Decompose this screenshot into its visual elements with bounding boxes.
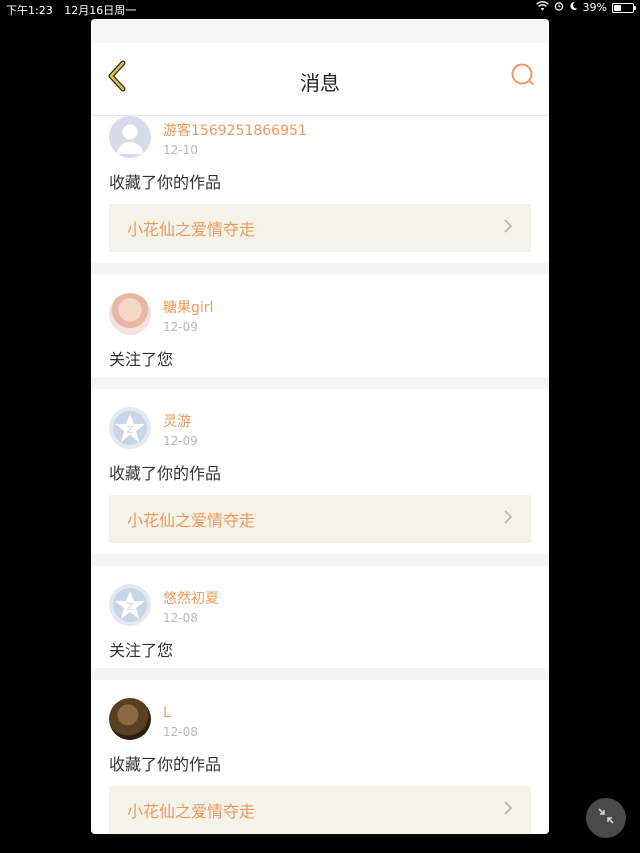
status-date: 12月16日周一	[64, 4, 137, 17]
chevron-right-icon	[503, 509, 513, 529]
chevron-right-icon	[503, 218, 513, 238]
message-list: 游客1569251866951 12-10 收藏了你的作品 小花仙之爱情夺走 糖…	[91, 116, 549, 834]
photo-avatar-icon[interactable]	[109, 293, 151, 335]
status-bar: 下午1:23 12月16日周一 39%	[0, 0, 640, 18]
username[interactable]: L	[163, 704, 198, 722]
moon-icon	[569, 1, 578, 14]
user-row: 糖果girl 12-09	[109, 293, 531, 341]
qq-avatar-icon[interactable]: Z	[109, 407, 151, 449]
search-button[interactable]	[505, 57, 541, 97]
svg-text:Z: Z	[127, 425, 134, 436]
action-text: 收藏了你的作品	[109, 464, 222, 483]
chevron-right-icon	[503, 800, 513, 820]
status-time: 下午1:23	[6, 4, 53, 17]
photo-avatar-icon[interactable]	[109, 698, 151, 740]
work-title: 小花仙之爱情夺走	[127, 220, 256, 239]
battery-percent: 39%	[582, 1, 607, 14]
message-card: 游客1569251866951 12-10 收藏了你的作品 小花仙之爱情夺走	[91, 116, 549, 263]
page-title: 消息	[300, 71, 340, 95]
message-date: 12-09	[163, 320, 198, 334]
top-strip	[91, 19, 549, 43]
action-text: 关注了您	[109, 641, 174, 660]
nav-bar: 消息	[91, 43, 549, 116]
message-card: 糖果girl 12-09 关注了您	[91, 275, 549, 377]
username[interactable]: 悠然初夏	[163, 590, 219, 608]
message-card: Z 灵游 12-09 收藏了你的作品 小花仙之爱情夺走	[91, 389, 549, 554]
message-card: Z 悠然初夏 12-08 关注了您	[91, 566, 549, 668]
battery-icon	[612, 2, 636, 13]
alarm-icon	[554, 1, 564, 14]
username[interactable]: 糖果girl	[163, 299, 213, 317]
message-date: 12-08	[163, 725, 198, 739]
user-row: Z 灵游 12-09	[109, 407, 531, 455]
work-link[interactable]: 小花仙之爱情夺走	[109, 786, 531, 834]
username[interactable]: 灵游	[163, 413, 198, 431]
svg-text:Z: Z	[127, 602, 134, 613]
message-date: 12-09	[163, 434, 198, 448]
action-text: 收藏了你的作品	[109, 755, 222, 774]
collapse-arrows-icon	[596, 806, 616, 830]
qq-avatar-icon[interactable]: Z	[109, 584, 151, 626]
action-text: 收藏了你的作品	[109, 173, 222, 192]
work-title: 小花仙之爱情夺走	[127, 511, 256, 530]
work-link[interactable]: 小花仙之爱情夺走	[109, 495, 531, 543]
user-row: L 12-08	[109, 698, 531, 746]
username[interactable]: 游客1569251866951	[163, 122, 307, 140]
message-card: L 12-08 收藏了你的作品 小花仙之爱情夺走	[91, 680, 549, 834]
message-date: 12-08	[163, 611, 198, 625]
message-date: 12-10	[163, 143, 198, 157]
user-row: Z 悠然初夏 12-08	[109, 584, 531, 632]
collapse-button[interactable]	[586, 798, 626, 838]
app-window: 消息 游客1569251866951 12-10 收藏了你的作品 小花仙之爱情夺…	[91, 19, 549, 834]
wifi-icon	[535, 1, 549, 14]
search-icon	[510, 62, 536, 92]
default-avatar-icon[interactable]	[109, 116, 151, 158]
user-row: 游客1569251866951 12-10	[109, 116, 531, 164]
work-title: 小花仙之爱情夺走	[127, 802, 256, 821]
work-link[interactable]: 小花仙之爱情夺走	[109, 204, 531, 252]
action-text: 关注了您	[109, 350, 174, 369]
